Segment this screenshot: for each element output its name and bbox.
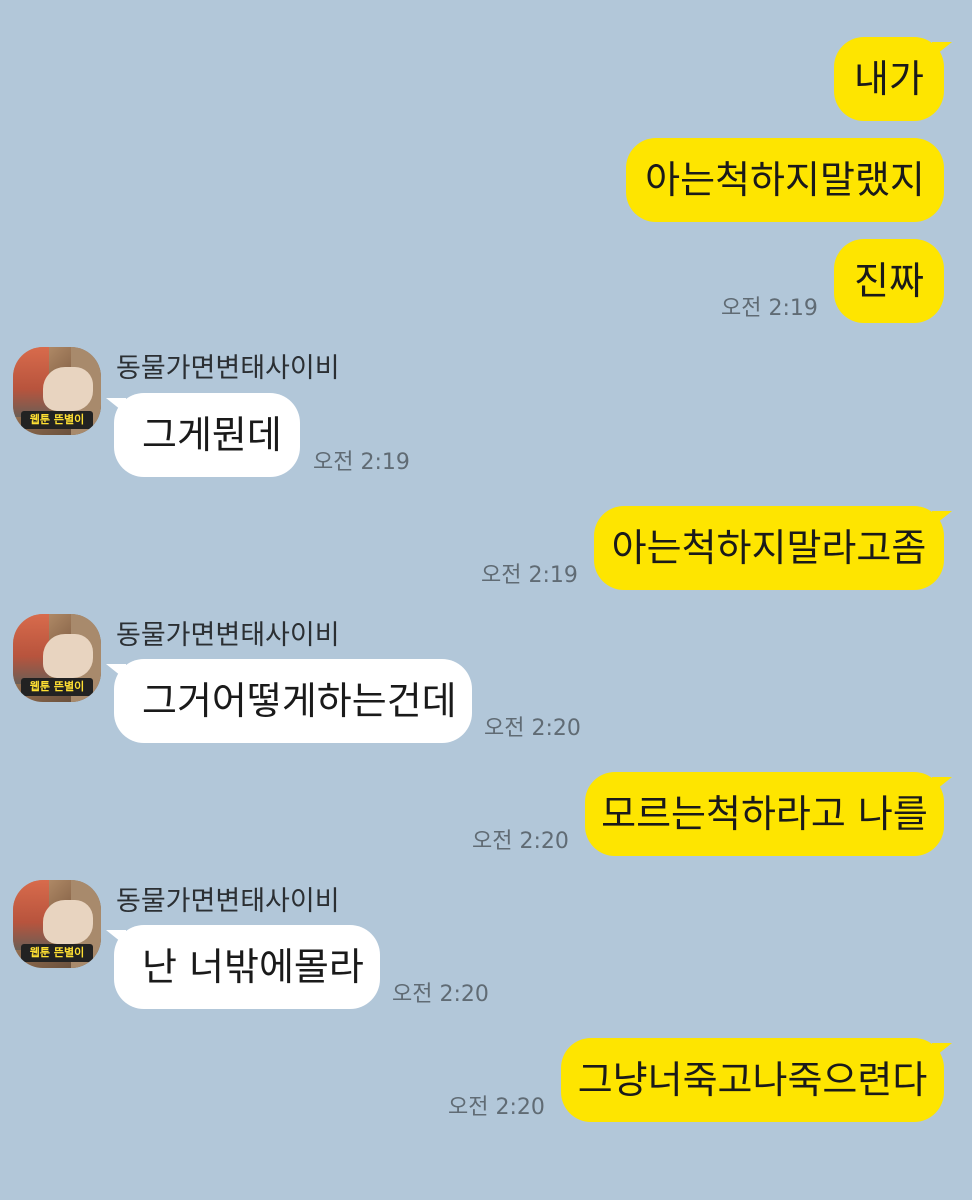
bubble-tail	[932, 42, 952, 58]
sent-message-bubble[interactable]: 아는척하지말라고좀	[594, 506, 944, 590]
message-timestamp: 오전 2:19	[721, 296, 818, 321]
received-message-bubble[interactable]: 난 너밖에몰라	[114, 925, 380, 1009]
message-text: 내가	[854, 57, 924, 101]
bubble-tail	[932, 1043, 952, 1059]
contact-avatar[interactable]: 웹툰 뜬별이	[13, 614, 101, 702]
sender-name: 동물가면변태사이비	[116, 353, 340, 384]
message-timestamp: 오전 2:20	[448, 1095, 545, 1120]
sent-message-bubble[interactable]: 내가	[834, 37, 944, 121]
avatar-photo-part	[43, 634, 93, 678]
avatar-caption: 웹툰 뜬별이	[21, 678, 93, 696]
bubble-tail	[106, 398, 126, 414]
received-message-bubble[interactable]: 그거어떻게하는건데	[114, 659, 472, 743]
bubble-tail	[932, 777, 952, 793]
message-text: 그게뭔데	[142, 413, 282, 457]
message-timestamp: 오전 2:19	[481, 563, 578, 588]
sent-message-bubble[interactable]: 진짜	[834, 239, 944, 323]
message-text: 아는척하지말라고좀	[611, 526, 927, 570]
message-text: 모르는척하라고 나를	[601, 792, 928, 836]
sent-message-bubble[interactable]: 모르는척하라고 나를	[585, 772, 944, 856]
message-text: 아는척하지말랬지	[645, 158, 925, 202]
bubble-tail	[106, 664, 126, 680]
message-text: 그거어떻게하는건데	[142, 679, 457, 723]
message-timestamp: 오전 2:20	[392, 982, 489, 1007]
message-timestamp: 오전 2:20	[472, 829, 569, 854]
message-text: 진짜	[854, 259, 924, 303]
bubble-tail	[932, 511, 952, 527]
avatar-photo-part	[43, 367, 93, 411]
sent-message-bubble[interactable]: 아는척하지말랬지	[626, 138, 944, 222]
sent-message-bubble[interactable]: 그냥너죽고나죽으련다	[561, 1038, 944, 1122]
message-text: 난 너밖에몰라	[142, 945, 364, 989]
received-message-bubble[interactable]: 그게뭔데	[114, 393, 300, 477]
sender-name: 동물가면변태사이비	[116, 886, 340, 917]
sender-name: 동물가면변태사이비	[116, 620, 340, 651]
avatar-caption: 웹툰 뜬별이	[21, 944, 93, 962]
message-timestamp: 오전 2:19	[313, 450, 410, 475]
contact-avatar[interactable]: 웹툰 뜬별이	[13, 347, 101, 435]
message-text: 그냥너죽고나죽으련다	[577, 1058, 928, 1102]
contact-avatar[interactable]: 웹툰 뜬별이	[13, 880, 101, 968]
bubble-tail	[106, 930, 126, 946]
avatar-photo-part	[43, 900, 93, 944]
message-timestamp: 오전 2:20	[484, 716, 581, 741]
avatar-caption: 웹툰 뜬별이	[21, 411, 93, 429]
